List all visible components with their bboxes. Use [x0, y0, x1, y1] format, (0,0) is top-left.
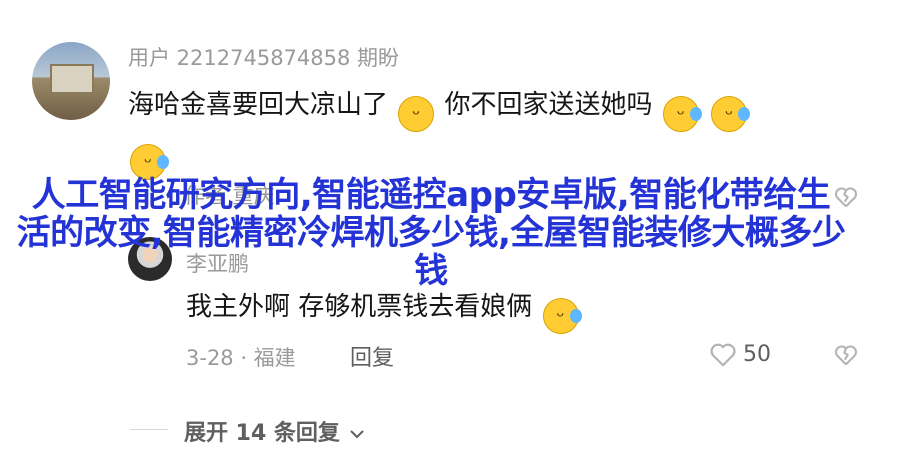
divider: [130, 429, 168, 430]
reply-date-location: 3-28 · 福建: [186, 346, 296, 370]
chevron-down-icon: [349, 430, 364, 439]
broken-heart-icon[interactable]: [832, 341, 860, 369]
expand-replies-button[interactable]: 展开 14 条回复: [184, 415, 366, 447]
grin-emoji-icon: ᵕ: [398, 96, 435, 132]
expand-replies-label: 展开 14 条回复: [184, 421, 340, 446]
reply-text: 我主外啊 存够机票钱去看娘俩 ᵕ: [186, 286, 582, 334]
reply-text-content: 我主外啊 存够机票钱去看娘俩: [186, 292, 533, 322]
reply-button[interactable]: 回复: [350, 340, 394, 372]
avatar-image: [50, 64, 94, 94]
heart-icon[interactable]: [708, 340, 738, 368]
avatar[interactable]: [32, 42, 110, 120]
comment-text-part2: 你不回家送送她吗: [444, 90, 653, 120]
laugh-cry-emoji-icon: ᵕ: [711, 96, 751, 132]
comment-text-part1: 海哈金喜要回大凉山了: [128, 90, 389, 120]
comment-text: 海哈金喜要回大凉山了 ᵕ 你不回家送送她吗 ᵕ ᵕ ᵕ: [128, 84, 848, 180]
laugh-cry-emoji-icon: ᵕ: [662, 96, 702, 132]
overlay-caption: 人工智能研究方向,智能遥控app安卓版,智能化带给生活的改变,智能精密冷焊机多少…: [16, 175, 846, 291]
laugh-cry-emoji-icon: ᵕ: [542, 298, 582, 334]
like-count: 50: [743, 342, 771, 367]
comment-username[interactable]: 用户 2212745874858 期盼: [128, 42, 399, 72]
